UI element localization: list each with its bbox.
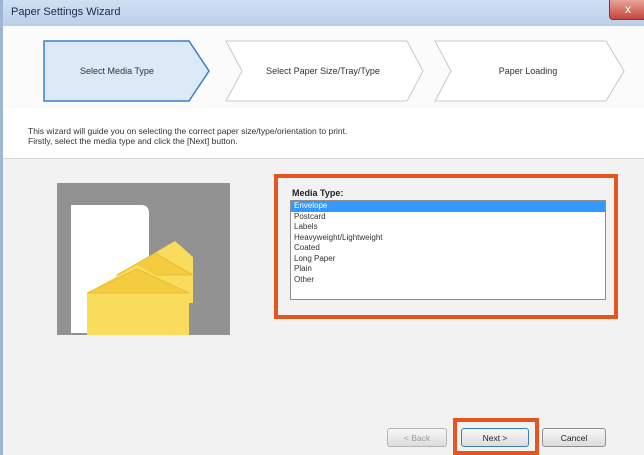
back-button[interactable]: < Back bbox=[387, 428, 447, 447]
title-bar: Paper Settings Wizard x bbox=[3, 0, 644, 27]
list-item[interactable]: Envelope bbox=[291, 201, 605, 212]
intro-text: This wizard will guide you on selecting … bbox=[28, 126, 347, 146]
envelope-icon bbox=[71, 205, 195, 335]
media-type-list[interactable]: Envelope Postcard Labels Heavyweight/Lig… bbox=[290, 200, 606, 300]
list-item[interactable]: Long Paper bbox=[291, 254, 605, 265]
list-item[interactable]: Coated bbox=[291, 243, 605, 254]
step-label: Paper Loading bbox=[498, 66, 558, 76]
list-item[interactable]: Other bbox=[291, 275, 605, 286]
wizard-steps: Select Media Type Select Paper Size/Tray… bbox=[3, 26, 644, 109]
intro-panel: This wizard will guide you on selecting … bbox=[3, 108, 644, 159]
wizard-window: Paper Settings Wizard x Select Media Typ… bbox=[0, 0, 644, 455]
step-label: Select Media Type bbox=[80, 66, 154, 76]
next-button-highlight bbox=[453, 418, 539, 455]
close-button[interactable]: x bbox=[609, 0, 644, 20]
envelope-illustration bbox=[57, 183, 230, 335]
intro-line-2: Firstly, select the media type and click… bbox=[28, 136, 238, 146]
list-item[interactable]: Heavyweight/Lightweight bbox=[291, 233, 605, 244]
step-select-paper-size: Select Paper Size/Tray/Type bbox=[225, 40, 425, 102]
step-paper-loading: Paper Loading bbox=[434, 40, 626, 102]
intro-line-1: This wizard will guide you on selecting … bbox=[28, 126, 348, 136]
cancel-button[interactable]: Cancel bbox=[542, 428, 606, 447]
media-type-label: Media Type: bbox=[292, 188, 344, 198]
list-item[interactable]: Labels bbox=[291, 222, 605, 233]
window-title: Paper Settings Wizard bbox=[11, 6, 121, 18]
close-icon: x bbox=[625, 2, 631, 16]
step-label: Select Paper Size/Tray/Type bbox=[266, 66, 380, 76]
list-item[interactable]: Postcard bbox=[291, 212, 605, 223]
list-item[interactable]: Plain bbox=[291, 264, 605, 275]
step-select-media-type: Select Media Type bbox=[43, 40, 211, 102]
